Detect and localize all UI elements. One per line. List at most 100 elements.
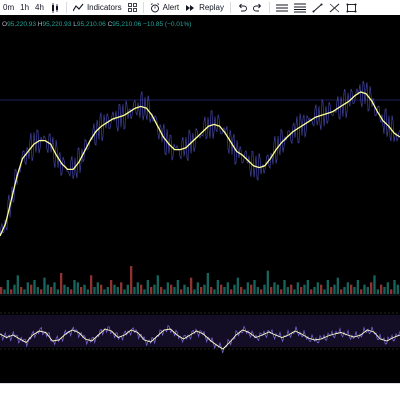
- timeframe-1[interactable]: 1h: [17, 3, 32, 12]
- volume-bar: [30, 284, 33, 294]
- volume-bar: [96, 282, 99, 294]
- volume-bar: [123, 289, 126, 294]
- chart-type-button[interactable]: [47, 0, 63, 15]
- volume-bar: [70, 289, 73, 294]
- volume-bar: [6, 280, 9, 294]
- volume-bar: [103, 289, 106, 294]
- volume-bar: [43, 277, 46, 294]
- volume-bar: [336, 277, 339, 294]
- volume-bar: [180, 289, 183, 294]
- volume-bar: [300, 287, 303, 294]
- fib-tool-button[interactable]: [291, 0, 309, 15]
- volume-bar: [306, 280, 309, 294]
- volume-bar: [63, 284, 66, 294]
- volume-bar: [390, 289, 393, 294]
- volume-bar: [33, 280, 36, 294]
- volume-bar: [393, 280, 396, 294]
- volume-bar: [110, 280, 113, 294]
- volume-bar: [326, 280, 329, 294]
- volume-bar: [13, 284, 16, 294]
- volume-bar: [106, 287, 109, 294]
- fib-retracement-icon: [293, 3, 306, 12]
- horizontal-lines-icon: [275, 4, 288, 11]
- lines-tool-button[interactable]: [273, 0, 291, 15]
- volume-bar: [113, 284, 116, 294]
- timeframe-2[interactable]: 4h: [32, 3, 47, 12]
- volume-bar: [270, 287, 273, 294]
- volume-bar: [360, 289, 363, 294]
- volume-bar: [266, 270, 269, 294]
- volume-bar: [316, 282, 319, 294]
- indicators-button[interactable]: Indicators: [70, 0, 125, 15]
- trend-line-button[interactable]: [309, 0, 326, 15]
- undo-icon: [238, 3, 247, 11]
- volume-bar: [356, 280, 359, 294]
- volume-bar: [220, 284, 223, 294]
- volume-bar: [183, 284, 186, 294]
- volume-bar: [16, 275, 19, 294]
- alert-label: Alert: [162, 3, 180, 12]
- timeframe-0[interactable]: 0m: [0, 3, 17, 12]
- volume-bar: [250, 284, 253, 294]
- volume-bar: [296, 282, 299, 294]
- volume-bar: [136, 282, 139, 294]
- volume-bar: [216, 280, 219, 294]
- chart-area[interactable]: O95,220.93 H95,220.93 L95,210.06 C95,210…: [0, 15, 400, 383]
- volume-bar: [160, 287, 163, 294]
- volume-bar: [310, 289, 313, 294]
- rectangle-icon: [346, 3, 357, 12]
- volume-bar: [53, 282, 56, 294]
- volume-bar: [323, 289, 326, 294]
- layouts-button[interactable]: [125, 0, 140, 15]
- volume-bar: [50, 287, 53, 294]
- volume-bar: [60, 273, 63, 294]
- volume-bar: [386, 282, 389, 294]
- volume-bar: [276, 284, 279, 294]
- change-value: −10.85 (−0.01%): [143, 21, 192, 28]
- volume-bar: [90, 275, 93, 294]
- price-chart-svg[interactable]: [0, 15, 400, 383]
- volume-bar: [163, 289, 166, 294]
- volume-bar: [226, 282, 229, 294]
- volume-bar: [166, 282, 169, 294]
- top-toolbar: 0m 1h 4h Indicators Alert Replay: [0, 0, 400, 16]
- volume-bar: [370, 282, 373, 294]
- volume-bar: [173, 287, 176, 294]
- volume-bar: [320, 284, 323, 294]
- open-value: 95,220.93: [7, 21, 36, 28]
- alert-button[interactable]: Alert: [147, 0, 182, 15]
- price-series: [0, 80, 400, 237]
- measure-tool-button[interactable]: [326, 0, 343, 15]
- volume-bar: [190, 277, 193, 294]
- volume-bar: [396, 284, 399, 294]
- volume-bar: [303, 284, 306, 294]
- volume-bar: [366, 287, 369, 294]
- volume-bar: [100, 284, 103, 294]
- volume-bar: [293, 289, 296, 294]
- redo-button[interactable]: [250, 0, 266, 15]
- volume-bar: [126, 284, 129, 294]
- volume-bar: [286, 287, 289, 294]
- indicators-icon: [72, 3, 84, 11]
- volume-bar: [200, 287, 203, 294]
- grid-icon: [127, 3, 137, 12]
- volume-bar: [46, 284, 49, 294]
- volume-bar: [176, 280, 179, 294]
- alarm-clock-icon: [150, 2, 159, 12]
- volume-bar: [290, 284, 293, 294]
- ohlc-legend: O95,220.93 H95,220.93 L95,210.06 C95,210…: [2, 21, 191, 28]
- replay-button[interactable]: Replay: [182, 0, 227, 15]
- high-value: 95,220.93: [42, 21, 72, 28]
- volume-bar: [40, 289, 43, 294]
- volume-bar: [3, 289, 6, 294]
- volume-bar: [203, 284, 206, 294]
- price-raw-line: [0, 80, 400, 237]
- volume-bar: [253, 280, 256, 294]
- volume-bar: [380, 284, 383, 294]
- volume-bar: [350, 284, 353, 294]
- rectangle-tool-button[interactable]: [343, 0, 360, 15]
- undo-button[interactable]: [234, 0, 250, 15]
- low-value: 95,210.06: [76, 21, 106, 28]
- volume-bars: [0, 266, 399, 294]
- volume-bar: [243, 289, 246, 294]
